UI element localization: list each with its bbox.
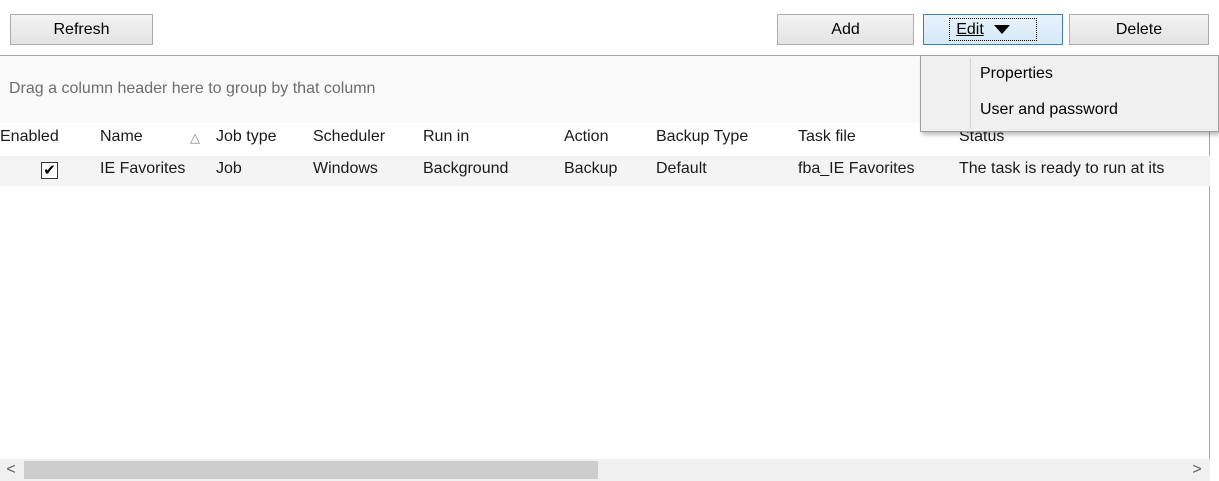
menu-icon-gutter-divider	[970, 58, 971, 129]
column-header-action[interactable]: Action	[564, 128, 608, 146]
column-header-job-type[interactable]: Job type	[216, 128, 276, 146]
cell-action: Backup	[564, 160, 618, 177]
cell-run-in: Background	[423, 160, 509, 177]
edit-button-label: Edit	[956, 20, 984, 38]
checkmark-icon: ✔	[43, 162, 56, 179]
column-header-name[interactable]: Name	[100, 128, 143, 146]
scrollbar-thumb[interactable]	[24, 461, 598, 479]
menu-item-properties[interactable]: Properties	[980, 65, 1053, 83]
cell-name: IE Favorites	[100, 160, 186, 177]
refresh-button[interactable]: Refresh	[10, 14, 153, 45]
cell-backup-type: Default	[656, 160, 707, 177]
sort-ascending-icon: △	[190, 130, 200, 145]
scroll-right-icon[interactable]: >	[1186, 459, 1208, 481]
menu-item-user-and-password[interactable]: User and password	[980, 101, 1118, 119]
caret-down-icon	[993, 25, 1010, 34]
column-header-enabled[interactable]: Enabled	[0, 128, 59, 146]
group-by-hint: Drag a column header here to group by th…	[9, 80, 376, 97]
table-row[interactable]: ✔ IE Favorites Job Windows Background Ba…	[0, 156, 1210, 186]
edit-button-focus-rect: Edit	[949, 18, 1037, 41]
edit-dropdown-menu: Properties User and password	[920, 55, 1219, 132]
column-header-scheduler[interactable]: Scheduler	[313, 128, 385, 146]
horizontal-scrollbar[interactable]: < >	[0, 459, 1210, 481]
cell-task-file: fba_IE Favorites	[798, 160, 915, 177]
edit-dropdown-button[interactable]: Edit	[923, 14, 1063, 45]
column-header-backup-type[interactable]: Backup Type	[656, 128, 748, 146]
cell-scheduler: Windows	[313, 160, 378, 177]
cell-status: The task is ready to run at its	[959, 160, 1165, 177]
column-header-task-file[interactable]: Task file	[798, 128, 856, 146]
cell-job-type: Job	[216, 160, 242, 177]
delete-button[interactable]: Delete	[1069, 14, 1209, 45]
add-button[interactable]: Add	[777, 14, 914, 45]
column-header-run-in[interactable]: Run in	[423, 128, 469, 146]
enabled-checkbox[interactable]: ✔	[41, 162, 58, 179]
scroll-left-icon[interactable]: <	[0, 459, 22, 481]
